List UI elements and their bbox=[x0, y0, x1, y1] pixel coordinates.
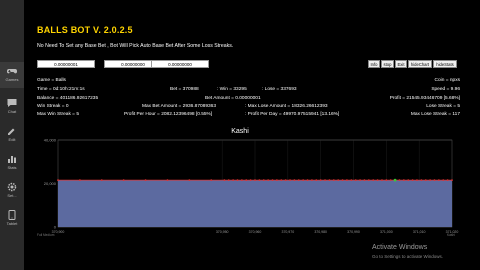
data-point bbox=[346, 179, 348, 182]
data-point bbox=[324, 179, 326, 182]
data-point bbox=[328, 179, 331, 182]
chart-footer-right: Kashi bbox=[447, 233, 455, 237]
data-point bbox=[249, 179, 252, 182]
data-point bbox=[385, 179, 388, 182]
data-point bbox=[302, 179, 305, 182]
data-point bbox=[258, 179, 261, 182]
x-tick-label: 370,980 bbox=[314, 230, 327, 234]
data-point bbox=[315, 179, 318, 182]
data-point bbox=[363, 179, 366, 182]
data-point bbox=[289, 179, 291, 182]
data-point bbox=[341, 179, 344, 182]
data-point bbox=[57, 179, 59, 182]
x-tick-label: 370,950 bbox=[216, 230, 229, 234]
data-point bbox=[337, 179, 340, 182]
data-point bbox=[350, 179, 353, 182]
data-point bbox=[359, 179, 361, 182]
data-point bbox=[402, 179, 405, 182]
data-point bbox=[297, 179, 300, 182]
data-point bbox=[311, 179, 313, 182]
activate-windows-title: Activate Windows bbox=[372, 244, 428, 251]
data-point bbox=[332, 179, 335, 182]
data-point bbox=[227, 179, 230, 182]
data-point bbox=[420, 179, 423, 182]
data-point bbox=[376, 179, 379, 182]
data-point bbox=[424, 179, 427, 182]
data-point bbox=[144, 179, 147, 182]
data-point bbox=[210, 179, 213, 182]
data-point bbox=[429, 179, 432, 182]
data-point bbox=[442, 179, 445, 182]
series-area bbox=[58, 180, 452, 227]
x-tick-label: 371,010 bbox=[413, 230, 426, 234]
data-point bbox=[372, 179, 375, 182]
highlight-point bbox=[393, 178, 397, 182]
data-point bbox=[381, 179, 383, 182]
data-point bbox=[275, 179, 278, 182]
data-point bbox=[78, 179, 81, 182]
data-point bbox=[223, 179, 226, 182]
data-point bbox=[232, 179, 235, 182]
x-tick-label: 371,000 bbox=[380, 230, 393, 234]
y-tick-label: 20,000 bbox=[44, 181, 57, 186]
data-point bbox=[293, 179, 296, 182]
data-point bbox=[319, 179, 322, 182]
x-tick-label: 370,960 bbox=[249, 230, 262, 234]
data-point bbox=[437, 179, 440, 182]
data-point bbox=[451, 179, 453, 182]
data-point bbox=[389, 179, 392, 182]
data-point bbox=[236, 179, 239, 182]
data-point bbox=[267, 179, 270, 182]
data-point bbox=[166, 179, 169, 182]
data-point bbox=[284, 179, 287, 182]
data-point bbox=[411, 179, 414, 182]
data-point bbox=[122, 179, 125, 182]
data-point bbox=[271, 179, 274, 182]
data-point bbox=[254, 179, 256, 182]
data-point bbox=[188, 179, 191, 182]
activate-windows-subtitle: Go to Settings to activate Windows. bbox=[372, 254, 444, 259]
data-point bbox=[398, 179, 401, 182]
data-point bbox=[262, 179, 265, 182]
data-point bbox=[367, 179, 370, 182]
data-point bbox=[240, 179, 243, 182]
y-tick-label: 40,000 bbox=[44, 138, 57, 143]
data-point bbox=[306, 179, 309, 182]
x-tick-label: 370,990 bbox=[347, 230, 360, 234]
data-point bbox=[245, 179, 248, 182]
data-point bbox=[407, 179, 410, 182]
data-point bbox=[446, 179, 449, 182]
data-point bbox=[416, 179, 418, 182]
profit-chart: 40,00020,0000370,900 370,950 370,960 370,97… bbox=[37, 138, 458, 238]
y-tick-label: 0 bbox=[54, 225, 57, 230]
data-point bbox=[280, 179, 283, 182]
x-tick-label: 370,970 bbox=[282, 230, 295, 234]
data-point bbox=[354, 179, 357, 182]
data-point bbox=[100, 179, 103, 182]
chart-footer-left: Full Medium bbox=[37, 233, 55, 237]
data-point bbox=[433, 179, 436, 182]
